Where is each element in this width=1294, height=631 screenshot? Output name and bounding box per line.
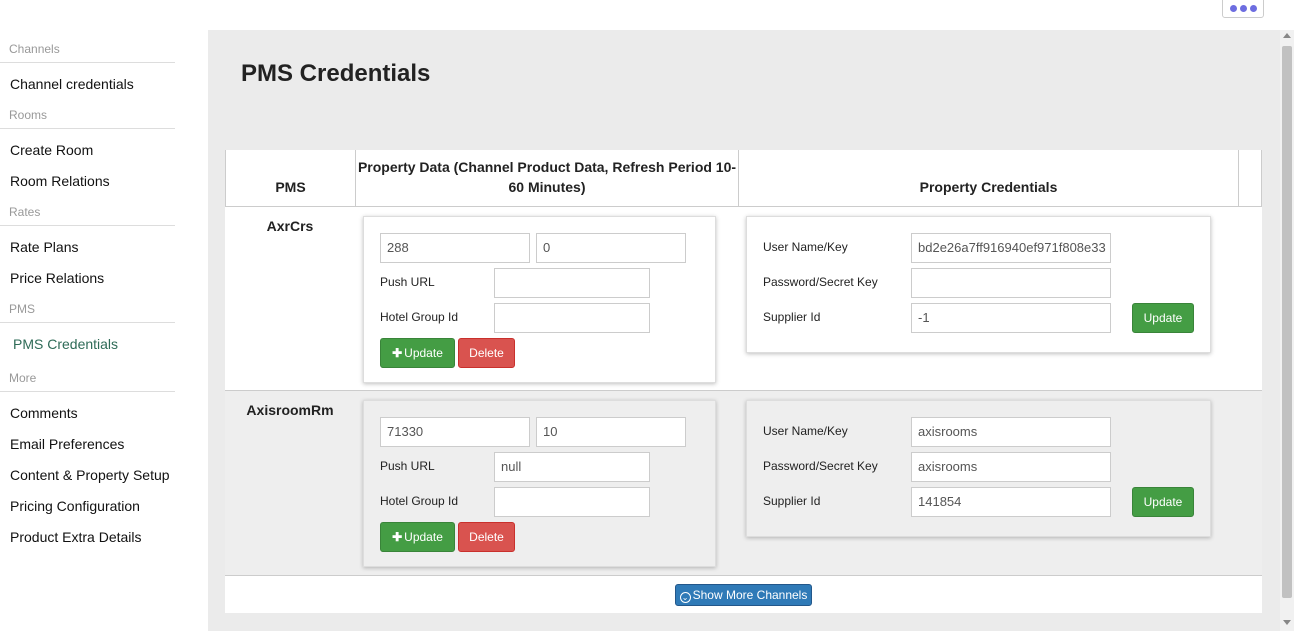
sidebar-section-channels: Channels (9, 42, 60, 56)
hotel-group-id-label: Hotel Group Id (380, 494, 459, 508)
sidebar-item-room-relations[interactable]: Room Relations (10, 173, 110, 189)
dot-icon (1230, 5, 1237, 12)
update-button[interactable]: ✚ Update (380, 338, 455, 368)
plus-icon: ✚ (392, 346, 403, 360)
sidebar-item-channel-credentials[interactable]: Channel credentials (10, 76, 134, 92)
update-button-label: Update (404, 530, 443, 544)
push-url-label: Push URL (380, 459, 435, 473)
sidebar-item-rate-plans[interactable]: Rate Plans (10, 239, 78, 255)
push-url-input[interactable] (494, 268, 650, 298)
sidebar-divider (0, 225, 175, 226)
property-data-field-1[interactable]: 288 (380, 233, 530, 263)
sidebar-section-pms: PMS (9, 302, 36, 316)
property-data-card: 71330 10 Push URL null Hotel Group Id ✚ U… (363, 400, 716, 567)
sidebar-item-content-property-setup[interactable]: Content & Property Setup (10, 467, 170, 483)
show-more-channels-label: Show More Channels (692, 588, 808, 602)
username-label: User Name/Key (763, 424, 848, 438)
sidebar-divider (0, 128, 175, 129)
hotel-group-id-input[interactable] (494, 487, 650, 517)
delete-button[interactable]: Delete (458, 522, 515, 552)
credentials-update-button[interactable]: Update (1132, 487, 1194, 517)
scroll-up-arrow-icon[interactable] (1283, 33, 1291, 38)
top-bar (0, 0, 1280, 30)
property-data-field-1[interactable]: 71330 (380, 417, 530, 447)
password-input[interactable]: axisrooms (911, 452, 1111, 482)
sidebar-item-create-room[interactable]: Create Room (10, 142, 93, 158)
password-label: Password/Secret Key (763, 275, 878, 289)
sidebar-item-email-preferences[interactable]: Email Preferences (10, 436, 124, 452)
username-input[interactable]: bd2e26a7ff916940ef971f808e33 (911, 233, 1111, 263)
supplier-id-label: Supplier Id (763, 494, 821, 508)
sidebar-divider (0, 62, 175, 63)
update-button-label: Update (404, 346, 443, 360)
property-credentials-card: User Name/Key axisrooms Password/Secret … (746, 400, 1211, 537)
property-data-card: 288 0 Push URL Hotel Group Id ✚ Update De… (363, 216, 716, 383)
scroll-thumb[interactable] (1282, 46, 1292, 598)
supplier-id-input[interactable]: -1 (911, 303, 1111, 333)
username-label: User Name/Key (763, 240, 848, 254)
sidebar-item-product-extra-details[interactable]: Product Extra Details (10, 529, 142, 545)
property-data-field-2[interactable]: 0 (536, 233, 686, 263)
show-more-channels-button[interactable]: ⌄ Show More Channels (675, 584, 812, 606)
scroll-down-arrow-icon[interactable] (1283, 620, 1291, 625)
page-title: PMS Credentials (241, 60, 431, 87)
column-header-property-credentials: Property Credentials (739, 150, 1239, 207)
hotel-group-id-input[interactable] (494, 303, 650, 333)
credentials-update-button[interactable]: Update (1132, 303, 1194, 333)
sidebar: Channels Channel credentials Rooms Creat… (0, 30, 208, 631)
dot-icon (1240, 5, 1247, 12)
column-header-spacer (1239, 150, 1262, 207)
push-url-label: Push URL (380, 275, 435, 289)
table-row: AxisroomRm 71330 10 Push URL null Hotel … (225, 390, 1262, 576)
sidebar-item-comments[interactable]: Comments (10, 405, 78, 421)
header-divider (225, 206, 1262, 207)
password-input[interactable] (911, 268, 1111, 298)
sidebar-divider (0, 391, 175, 392)
sidebar-section-rooms: Rooms (9, 108, 48, 122)
sidebar-section-more: More (9, 371, 37, 385)
update-button[interactable]: ✚ Update (380, 522, 455, 552)
sidebar-item-pms-credentials[interactable]: PMS Credentials (13, 336, 118, 352)
delete-button[interactable]: Delete (458, 338, 515, 368)
plus-icon: ✚ (392, 530, 403, 544)
property-credentials-card: User Name/Key bd2e26a7ff916940ef971f808e… (746, 216, 1211, 353)
chevron-down-circle-icon: ⌄ (679, 592, 691, 603)
sidebar-section-rates: Rates (9, 205, 41, 219)
supplier-id-input[interactable]: 141854 (911, 487, 1111, 517)
hotel-group-id-label: Hotel Group Id (380, 310, 459, 324)
sidebar-divider (0, 322, 175, 323)
app-menu-button[interactable] (1222, 0, 1264, 18)
username-input[interactable]: axisrooms (911, 417, 1111, 447)
pms-name: AxrCrs (266, 218, 314, 234)
dot-icon (1250, 5, 1257, 12)
supplier-id-label: Supplier Id (763, 310, 821, 324)
pms-credentials-table: PMS Property Data (Channel Product Data,… (225, 150, 1262, 613)
column-header-property-data: Property Data (Channel Product Data, Ref… (356, 150, 739, 207)
column-header-pms: PMS (225, 150, 356, 207)
password-label: Password/Secret Key (763, 459, 878, 473)
property-data-field-2[interactable]: 10 (536, 417, 686, 447)
vertical-scrollbar[interactable] (1280, 30, 1294, 631)
pms-name: AxisroomRm (246, 402, 334, 418)
push-url-input[interactable]: null (494, 452, 650, 482)
sidebar-item-pricing-configuration[interactable]: Pricing Configuration (10, 498, 140, 514)
sidebar-item-price-relations[interactable]: Price Relations (10, 270, 104, 286)
